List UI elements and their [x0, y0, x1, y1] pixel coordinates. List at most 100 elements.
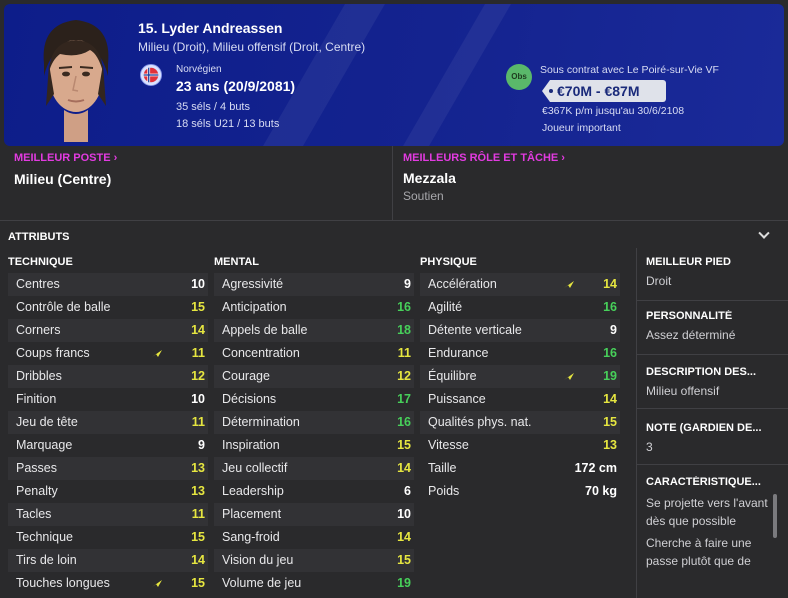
attribute-label: Leadership	[222, 484, 284, 498]
attribute-value: 15	[397, 553, 411, 567]
attribute-value: 15	[191, 576, 205, 590]
attribute-label: Jeu de tête	[16, 415, 78, 429]
attribute-row[interactable]: Technique 15	[8, 526, 208, 549]
attribute-value: 15	[191, 530, 205, 544]
attribute-row[interactable]: Touches longues 15	[8, 572, 208, 595]
attribute-row[interactable]: Vitesse 13	[420, 434, 620, 457]
media-description-value: Milieu offensif	[646, 384, 720, 398]
attribute-row[interactable]: Concentration 11	[214, 342, 414, 365]
attribute-row[interactable]: Courage 12	[214, 365, 414, 388]
scout-report-icon[interactable]: Obs	[506, 64, 532, 90]
attribute-label: Marquage	[16, 438, 73, 452]
wage: €367K p/m jusqu'au 30/6/2108	[542, 105, 685, 117]
attribute-label: Inspiration	[222, 438, 280, 452]
attribute-value: 15	[397, 438, 411, 452]
attribute-label: Décisions	[222, 392, 277, 406]
attribute-value: 15	[191, 300, 205, 314]
gk-rating-value: 3	[646, 440, 653, 454]
attribute-row[interactable]: Détermination 16	[214, 411, 414, 434]
best-role-value: Mezzala	[403, 170, 456, 186]
attribute-row[interactable]: Agilité 16	[420, 296, 620, 319]
best-position-label: MEILLEUR POSTE ›	[14, 152, 118, 164]
attribute-value: 14	[191, 553, 205, 567]
attribute-row[interactable]: Marquage 9	[8, 434, 208, 457]
attribute-value: 19	[603, 369, 617, 383]
player-avatar[interactable]	[30, 14, 122, 142]
attribute-row[interactable]: Corners 14	[8, 319, 208, 342]
attribute-row[interactable]: Détente verticale 9	[420, 319, 620, 342]
attribute-value: 14	[603, 277, 617, 291]
attribute-label: Concentration	[222, 346, 300, 360]
attribute-row[interactable]: Puissance 14	[420, 388, 620, 411]
attribute-value: 14	[603, 392, 617, 406]
best-role-duty: Soutien	[403, 189, 444, 203]
trait-item: Cherche à faire une passe plutôt que de	[646, 536, 752, 568]
traits-scrollbar[interactable]	[773, 494, 777, 538]
attribute-label: Tacles	[16, 507, 52, 521]
attribute-row[interactable]: Placement 10	[214, 503, 414, 526]
attribute-row[interactable]: Qualités phys. nat. 15	[420, 411, 620, 434]
attribute-row[interactable]: Volume de jeu 19	[214, 572, 414, 595]
attribute-row[interactable]: Contrôle de balle 15	[8, 296, 208, 319]
personality-label: PERSONNALITÉ	[646, 310, 733, 322]
best-position-block[interactable]: MEILLEUR POSTE › Milieu (Centre)	[14, 152, 384, 216]
attribute-row[interactable]: Finition 10	[8, 388, 208, 411]
attribute-label: Corners	[16, 323, 61, 337]
height-value: 172 cm	[574, 461, 617, 475]
transfer-value-tag[interactable]: €70M - €87M	[542, 80, 666, 102]
divider	[637, 354, 788, 355]
attribute-row[interactable]: Équilibre 19	[420, 365, 620, 388]
attribute-label: Jeu collectif	[222, 461, 288, 475]
attribute-label: Vitesse	[428, 438, 469, 452]
attribute-row[interactable]: Coups francs 11	[8, 342, 208, 365]
attribute-row[interactable]: Endurance 16	[420, 342, 620, 365]
attribute-label: Agilité	[428, 300, 463, 314]
attribute-row[interactable]: Penalty 13	[8, 480, 208, 503]
attributes-title: ATTRIBUTS	[8, 231, 70, 243]
attribute-row[interactable]: Sang-froid 14	[214, 526, 414, 549]
attribute-value: 12	[397, 369, 411, 383]
attribute-label: Équilibre	[428, 369, 477, 383]
attribute-row[interactable]: Dribbles 12	[8, 365, 208, 388]
chevron-down-icon[interactable]	[758, 227, 770, 239]
attribute-label: Vision du jeu	[222, 553, 294, 567]
gk-rating: NOTE (GARDIEN DE... 3	[646, 422, 776, 454]
divider	[637, 464, 788, 465]
attribute-row[interactable]: Jeu de tête 11	[8, 411, 208, 434]
attribute-label: Volume de jeu	[222, 576, 302, 590]
attribute-row[interactable]: Décisions 17	[214, 388, 414, 411]
attribute-row[interactable]: Appels de balle 18	[214, 319, 414, 342]
attribute-row[interactable]: Inspiration 15	[214, 434, 414, 457]
attribute-label: Finition	[16, 392, 57, 406]
attribute-value: 11	[191, 507, 205, 521]
attribute-row[interactable]: Leadership 6	[214, 480, 414, 503]
preferred-foot: MEILLEUR PIED Droit	[646, 256, 776, 288]
attribute-value: 16	[603, 300, 617, 314]
u21-caps: 18 séls U21 / 13 buts	[176, 118, 280, 130]
attribute-row[interactable]: Tacles 11	[8, 503, 208, 526]
attribute-row[interactable]: Accélération 14	[420, 273, 620, 296]
attribute-label: Agressivité	[222, 277, 284, 291]
attribute-value: 16	[397, 415, 411, 429]
attribute-row[interactable]: Passes 13	[8, 457, 208, 480]
attribute-value: 17	[397, 392, 411, 406]
attribute-label: Endurance	[428, 346, 489, 360]
progress-arrow-icon	[564, 281, 574, 288]
attribute-label: Puissance	[428, 392, 486, 406]
personality-value: Assez déterminé	[646, 328, 736, 342]
attribute-row[interactable]: Anticipation 16	[214, 296, 414, 319]
attribute-row[interactable]: Tirs de loin 14	[8, 549, 208, 572]
attribute-row[interactable]: Centres 10	[8, 273, 208, 296]
best-position-value: Milieu (Centre)	[14, 171, 112, 187]
attribute-row[interactable]: Agressivité 9	[214, 273, 414, 296]
best-role-block[interactable]: MEILLEURS RÔLE ET TÂCHE › Mezzala Soutie…	[403, 152, 773, 216]
physical-header: PHYSIQUE	[420, 256, 477, 268]
attribute-value: 9	[610, 323, 617, 337]
attribute-row[interactable]: Vision du jeu 15	[214, 549, 414, 572]
mental-header: MENTAL	[214, 256, 260, 268]
weight-row: Poids 70 kg	[420, 480, 620, 503]
divider	[0, 220, 788, 221]
player-traits: CARACTÉRISTIQUE... Se projette vers l'av…	[646, 476, 776, 570]
attribute-value: 14	[397, 461, 411, 475]
attribute-row[interactable]: Jeu collectif 14	[214, 457, 414, 480]
